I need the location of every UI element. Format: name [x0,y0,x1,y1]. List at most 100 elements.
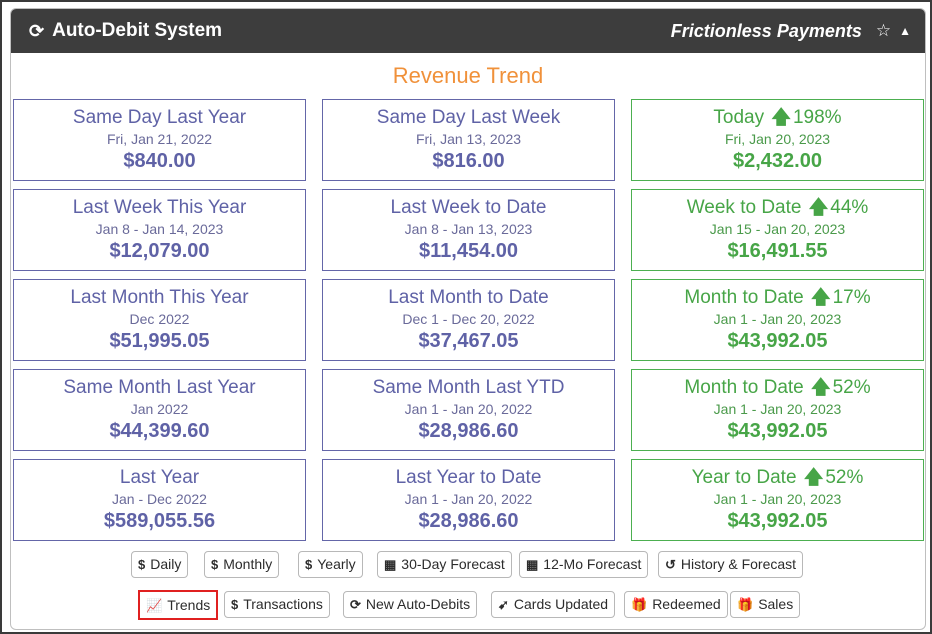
card-date: Fri, Jan 21, 2022 [106,131,213,147]
gift-icon: 🎁 [631,597,648,612]
button-label: Cards Updated [513,596,609,612]
stat-card: Last Year Jan - Dec 2022 $589,055.56 [13,459,306,541]
card-date: Jan 15 - Jan 20, 2023 [709,221,846,237]
card-date: Fri, Jan 13, 2023 [415,131,522,147]
card-value: $12,079.00 [109,240,210,262]
card-date: Jan 1 - Jan 20, 2023 [713,491,842,507]
stat-card: Last Year to Date Jan 1 - Jan 20, 2022 $… [322,459,615,541]
card-value: $816.00 [432,150,505,172]
arrow-up-icon: 🡅 [771,107,791,128]
button-label: Monthly [223,556,273,572]
stat-card: Last Week to Date Jan 8 - Jan 13, 2023 $… [322,189,615,271]
button-label: Yearly [317,556,356,572]
card-date: Jan 1 - Jan 20, 2022 [404,401,533,417]
card-value: $2,432.00 [733,150,822,172]
button-label: Redeemed [652,596,721,612]
card-label: Last Month This Year [70,287,249,308]
card-value: $43,992.05 [727,420,828,442]
calendar-icon: ▦ [384,557,397,572]
card-date: Dec 2022 [129,311,190,327]
card-date: Jan 1 - Jan 20, 2022 [404,491,533,507]
arrow-up-icon: 🡅 [811,287,831,308]
card-label-text: Week to Date [686,197,802,218]
arrow-up-icon: 🡅 [808,197,829,218]
rocket-icon: ➹ [498,597,509,612]
sales-button[interactable]: 🎁 Sales [730,591,801,618]
card-value: $16,491.55 [727,240,828,262]
arrow-up-icon: 🡅 [803,467,824,488]
button-label: Sales [758,596,794,612]
stat-card: Month to Date 🡅 52% Jan 1 - Jan 20, 2023 … [631,369,924,451]
card-date: Jan 1 - Jan 20, 2023 [713,401,842,417]
card-change: 17% [832,287,871,308]
card-label-text: Today [713,107,765,128]
card-change: 52% [832,377,871,398]
section-title: Revenue Trend [392,63,544,88]
card-value: $28,986.60 [418,510,519,532]
card-value: $51,995.05 [109,330,210,352]
card-label: Week to Date 🡅 44% [632,196,923,220]
cards-updated-button[interactable]: ➹ Cards Updated [491,591,616,618]
card-label: Month to Date 🡅 52% [632,376,923,400]
card-label: Same Month Last YTD [372,377,565,398]
card-change: 198% [792,107,842,128]
button-label: 30-Day Forecast [401,556,505,572]
button-label: Daily [150,556,182,572]
card-value: $37,467.05 [418,330,519,352]
collapse-caret-icon[interactable]: ▲ [899,24,911,38]
30-day-forecast-button[interactable]: ▦ 30-Day Forecast [377,551,512,578]
card-date: Jan 8 - Jan 14, 2023 [95,221,224,237]
card-label: Last Week This Year [72,197,247,218]
stat-card: Same Day Last Week Fri, Jan 13, 2023 $81… [322,99,615,181]
button-label: 12-Mo Forecast [543,556,642,572]
card-label: Month to Date 🡅 17% [632,286,923,310]
history-forecast-button[interactable]: ↺ History & Forecast [658,551,804,578]
stat-card: Month to Date 🡅 17% Jan 1 - Jan 20, 2023 … [631,279,924,361]
card-value: $11,454.00 [419,240,518,262]
card-date: Dec 1 - Dec 20, 2022 [402,311,535,327]
auto-debit-panel: ⟳ Auto-Debit System Frictionless Payment… [10,8,926,630]
card-value: $44,399.60 [109,420,210,442]
trends-button[interactable]: 📈 Trends [138,590,219,620]
monthly-button[interactable]: $ Monthly [204,551,280,578]
card-date: Jan 2022 [130,401,189,417]
card-date: Jan 1 - Jan 20, 2023 [713,311,842,327]
dollar-icon: $ [305,557,313,572]
stat-card: Same Month Last YTD Jan 1 - Jan 20, 2022… [322,369,615,451]
panel-header: ⟳ Auto-Debit System Frictionless Payment… [11,9,925,53]
stat-card: Today 🡅 198% Fri, Jan 20, 2023 $2,432.00 [631,99,924,181]
card-label-text: Month to Date [684,377,804,398]
card-change: 44% [830,197,869,218]
button-label: History & Forecast [680,556,797,572]
stat-card: Last Month This Year Dec 2022 $51,995.05 [13,279,306,361]
refresh-icon: ⟳ [350,597,361,612]
calendar-icon: ▦ [526,557,539,572]
card-value: $589,055.56 [103,510,216,532]
card-change: 52% [825,467,864,488]
header-right-text: Frictionless Payments [670,20,862,41]
card-label: Year to Date 🡅 52% [632,466,923,490]
history-icon: ↺ [665,557,676,572]
header-right: Frictionless Payments ☆ ▲ [671,21,911,42]
panel-title-text: Auto-Debit System [52,20,223,41]
card-value: $43,992.05 [727,510,828,532]
transactions-button[interactable]: $ Transactions [224,591,330,618]
card-label: Today 🡅 198% [632,106,923,130]
card-label: Last Year [119,467,200,488]
panel-title: ⟳ Auto-Debit System [29,20,222,42]
star-icon[interactable]: ☆ [876,21,891,41]
card-value: $43,992.05 [727,330,828,352]
daily-button[interactable]: $ Daily [131,551,189,578]
refresh-icon: ⟳ [29,20,45,41]
new-auto-debits-button[interactable]: ⟳ New Auto-Debits [343,591,478,618]
card-value: $840.00 [123,150,196,172]
card-date: Jan 8 - Jan 13, 2023 [404,221,533,237]
yearly-button[interactable]: $ Yearly [298,551,363,578]
card-label: Same Day Last Year [72,107,247,128]
card-date: Jan - Dec 2022 [112,491,207,507]
12-mo-forecast-button[interactable]: ▦ 12-Mo Forecast [519,551,649,578]
card-label-text: Month to Date [684,287,804,308]
redeemed-button[interactable]: 🎁 Redeemed [624,591,728,618]
card-label: Same Day Last Week [376,107,561,128]
card-label: Last Week to Date [390,197,547,218]
